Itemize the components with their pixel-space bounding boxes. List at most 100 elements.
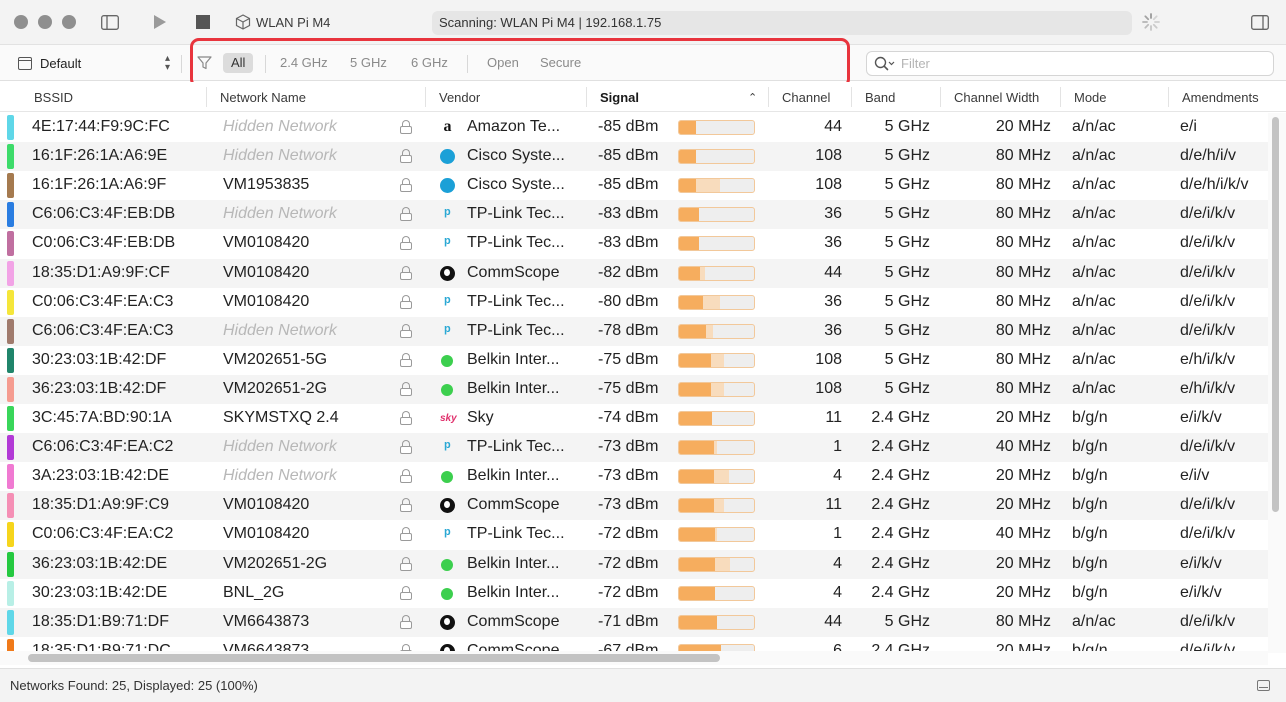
table-row[interactable]: 36:23:03:1B:42:DE VM202651-2G Belkin Inter… — [0, 550, 1268, 579]
tplink-icon: ᵖ — [444, 526, 451, 543]
network-color-swatch — [7, 464, 14, 489]
column-divider[interactable] — [425, 87, 426, 107]
vendor-cell: CommScope — [467, 642, 560, 651]
mode-cell: a/n/ac — [1072, 147, 1116, 164]
signal-level-fill — [679, 616, 717, 629]
column-header-signal[interactable]: Signal — [600, 82, 639, 112]
column-divider[interactable] — [768, 87, 769, 107]
band-cell: 5 GHz — [884, 147, 930, 164]
filter-input[interactable] — [901, 55, 1261, 72]
table-row[interactable]: C6:06:C3:4F:EB:DB Hidden Network ᵖ TP-Link … — [0, 200, 1268, 229]
search-icon[interactable] — [874, 56, 896, 77]
filter-search-field[interactable] — [866, 51, 1274, 76]
column-header-channel-width[interactable]: Channel Width — [954, 82, 1039, 112]
signal-cell: -75 dBm — [598, 380, 659, 397]
table-row[interactable]: 3C:45:7A:BD:90:1A SKYMSTXQ 2.4 sky Sky -74 d… — [0, 404, 1268, 433]
column-divider[interactable] — [1060, 87, 1061, 107]
commscope-icon — [440, 615, 455, 630]
table-row[interactable]: 3A:23:03:1B:42:DE Hidden Network Belkin In… — [0, 462, 1268, 491]
table-row[interactable]: 36:23:03:1B:42:DF VM202651-2G Belkin Inter… — [0, 375, 1268, 404]
signal-level-fill — [679, 296, 703, 309]
amendments-cell: e/i/k/v — [1180, 555, 1222, 572]
column-header-network-name[interactable]: Network Name — [220, 82, 306, 112]
vendor-cell: Amazon Te... — [467, 118, 561, 135]
signal-cell: -85 dBm — [598, 176, 659, 193]
mode-cell: b/g/n — [1072, 584, 1108, 601]
column-divider[interactable] — [940, 87, 941, 107]
signal-cell: -72 dBm — [598, 525, 659, 542]
channel-width-cell: 20 MHz — [995, 409, 1051, 426]
sort-ascending-icon[interactable]: ⌃ — [748, 82, 757, 112]
table-row[interactable]: 18:35:D1:A9:9F:CF VM0108420 CommScope -82 d… — [0, 259, 1268, 288]
bssid-cell: 3C:45:7A:BD:90:1A — [32, 409, 172, 426]
signal-strength-meter — [678, 440, 755, 455]
band-cell: 5 GHz — [884, 613, 930, 630]
vendor-cell: Belkin Inter... — [467, 555, 560, 572]
panel-toggle-icon[interactable] — [1257, 680, 1270, 691]
network-name-cell: VM6643873 — [223, 642, 310, 651]
column-header-channel[interactable]: Channel — [782, 82, 830, 112]
table-row[interactable]: 18:35:D1:B9:71:DF VM6643873 CommScope -71 d… — [0, 608, 1268, 637]
vertical-scrollbar-thumb[interactable] — [1272, 117, 1279, 512]
bssid-cell: 30:23:03:1B:42:DE — [32, 584, 168, 601]
column-header-band[interactable]: Band — [865, 82, 895, 112]
tplink-icon: ᵖ — [444, 294, 451, 311]
network-color-swatch — [7, 290, 14, 315]
column-divider[interactable] — [1168, 87, 1169, 107]
table-row[interactable]: 16:1F:26:1A:A6:9E Hidden Network Cisco Sys… — [0, 142, 1268, 171]
column-divider[interactable] — [206, 87, 207, 107]
horizontal-scrollbar-thumb[interactable] — [28, 654, 720, 662]
vendor-cell: TP-Link Tec... — [467, 205, 565, 222]
signal-cell: -71 dBm — [598, 613, 659, 630]
band-cell: 2.4 GHz — [871, 525, 930, 542]
signal-cell: -73 dBm — [598, 496, 659, 513]
channel-cell: 4 — [833, 584, 842, 601]
table-row[interactable]: C0:06:C3:4F:EB:DB VM0108420 ᵖ TP-Link Tec..… — [0, 229, 1268, 258]
inspector-toggle-icon[interactable] — [1250, 12, 1270, 32]
table-row[interactable]: C6:06:C3:4F:EA:C3 Hidden Network ᵖ TP-Link … — [0, 317, 1268, 346]
network-name-cell: VM0108420 — [223, 234, 310, 251]
band-cell: 5 GHz — [884, 234, 930, 251]
table-row[interactable]: 30:23:03:1B:42:DE BNL_2G Belkin Inter... -7… — [0, 579, 1268, 608]
column-header-bssid[interactable]: BSSID — [34, 82, 73, 112]
table-row[interactable]: 18:35:D1:A9:9F:C9 VM0108420 CommScope -73 d… — [0, 491, 1268, 520]
signal-strength-meter — [678, 353, 755, 368]
network-name-cell: VM0108420 — [223, 264, 310, 281]
amendments-cell: d/e/i/k/v — [1180, 496, 1236, 513]
table-row[interactable]: C0:06:C3:4F:EA:C2 VM0108420 ᵖ TP-Link Tec..… — [0, 520, 1268, 549]
minimize-window-button[interactable] — [38, 15, 52, 29]
close-window-button[interactable] — [14, 15, 28, 29]
zoom-window-button[interactable] — [62, 15, 76, 29]
channel-cell: 4 — [833, 555, 842, 572]
channel-cell: 6 — [833, 642, 842, 651]
play-icon[interactable] — [150, 12, 170, 32]
table-row[interactable]: C6:06:C3:4F:EA:C2 Hidden Network ᵖ TP-Link … — [0, 433, 1268, 462]
vendor-cell: TP-Link Tec... — [467, 293, 565, 310]
column-header-vendor[interactable]: Vendor — [439, 82, 480, 112]
network-color-swatch — [7, 144, 14, 169]
table-row[interactable]: 4E:17:44:F9:9C:FC Hidden Network a Amazon T… — [0, 113, 1268, 142]
stop-icon[interactable] — [193, 12, 213, 32]
table-row[interactable]: 16:1F:26:1A:A6:9F VM1953835 Cisco Syste...… — [0, 171, 1268, 200]
network-name-cell: VM202651-5G — [223, 351, 328, 368]
lock-icon — [400, 557, 412, 571]
signal-strength-meter — [678, 382, 755, 397]
column-divider[interactable] — [851, 87, 852, 107]
vendor-cell: CommScope — [467, 613, 560, 630]
table-row[interactable]: C0:06:C3:4F:EA:C3 VM0108420 ᵖ TP-Link Tec..… — [0, 288, 1268, 317]
column-divider[interactable] — [586, 87, 587, 107]
lock-icon — [400, 207, 412, 221]
column-header-amendments[interactable]: Amendments — [1182, 82, 1259, 112]
profile-popup-button[interactable]: Default ▴ ▾ — [16, 54, 174, 74]
signal-strength-meter — [678, 586, 755, 601]
channel-cell: 4 — [833, 467, 842, 484]
sidebar-toggle-icon[interactable] — [100, 12, 120, 32]
lock-icon — [400, 178, 412, 192]
belkin-icon — [441, 588, 453, 600]
table-row[interactable]: 18:35:D1:B9:71:DC VM6643873 CommScope -67 d… — [0, 637, 1268, 651]
vendor-cell: Belkin Inter... — [467, 351, 560, 368]
table-row[interactable]: 30:23:03:1B:42:DF VM202651-5G Belkin Inter… — [0, 346, 1268, 375]
channel-width-cell: 80 MHz — [995, 380, 1051, 397]
column-header-mode[interactable]: Mode — [1074, 82, 1107, 112]
signal-strength-meter — [678, 236, 755, 251]
